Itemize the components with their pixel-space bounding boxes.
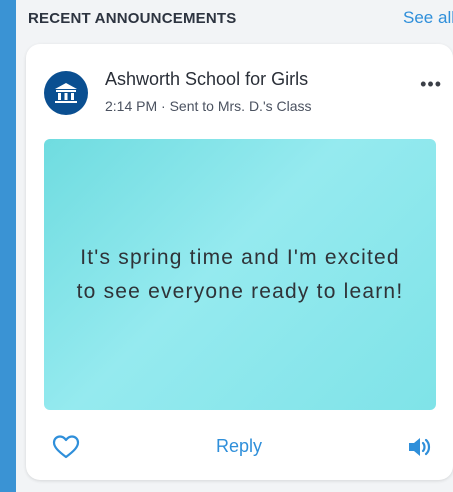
announcement-text: It's spring time and I'm excited to see …	[76, 245, 404, 303]
announcements-header: RECENT ANNOUNCEMENTS See all	[28, 0, 453, 36]
section-title: RECENT ANNOUNCEMENTS	[28, 9, 237, 27]
post-actions: Reply	[26, 422, 453, 474]
heart-icon[interactable]	[52, 434, 80, 460]
reply-button[interactable]: Reply	[216, 436, 262, 457]
announcement-card: Ashworth School for Girls 2:14 PM · Sent…	[26, 44, 453, 480]
post-header: Ashworth School for Girls 2:14 PM · Sent…	[44, 68, 442, 118]
more-options-icon[interactable]: •••	[420, 74, 442, 95]
post-meta: 2:14 PM · Sent to Mrs. D.'s Class	[105, 98, 312, 114]
school-building-icon	[44, 71, 88, 115]
see-all-link[interactable]: See all	[403, 8, 453, 28]
announcement-image: It's spring time and I'm excited to see …	[44, 139, 436, 410]
speaker-icon[interactable]	[406, 434, 434, 460]
school-name: Ashworth School for Girls	[105, 69, 309, 89]
side-panel-edge	[0, 0, 16, 492]
